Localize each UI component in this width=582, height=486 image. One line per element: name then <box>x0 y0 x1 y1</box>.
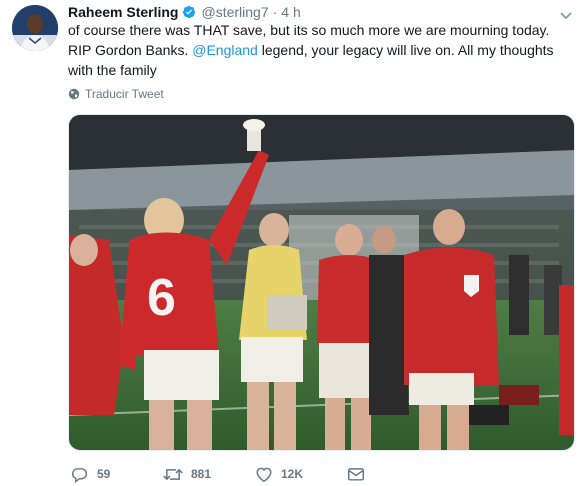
separator-dot: · <box>272 4 278 20</box>
translate-label: Traducir Tweet <box>85 87 164 101</box>
avatar[interactable] <box>12 5 58 51</box>
globe-icon <box>68 88 80 100</box>
tweet-header: Raheem Sterling @sterling7 · 4 h <box>68 3 301 21</box>
direct-message-button[interactable] <box>347 466 377 482</box>
tweet-photo[interactable]: 6 <box>68 114 575 451</box>
translate-tweet-link[interactable]: Traducir Tweet <box>68 86 164 102</box>
author-name[interactable]: Raheem Sterling <box>68 4 178 20</box>
mention-link[interactable]: @England <box>192 42 258 58</box>
retweet-count: 881 <box>191 467 212 481</box>
like-icon <box>256 467 272 482</box>
reply-button[interactable]: 59 <box>71 466 163 483</box>
reply-icon <box>71 467 88 483</box>
direct-message-icon <box>348 468 364 481</box>
verified-badge-icon <box>182 5 196 19</box>
retweet-button[interactable]: 881 <box>163 466 255 483</box>
author-handle[interactable]: @sterling7 <box>201 4 268 20</box>
reply-count: 59 <box>97 467 111 481</box>
shirt-number: 6 <box>147 269 176 327</box>
tweet-text: of course there was THAT save, but its s… <box>68 20 573 80</box>
like-button[interactable]: 12K <box>255 466 347 483</box>
caret-down-icon[interactable] <box>560 7 572 20</box>
like-count: 12K <box>281 467 304 481</box>
tweet: Raheem Sterling @sterling7 · 4 h of cour… <box>0 0 582 486</box>
tweet-timestamp[interactable]: 4 h <box>281 4 300 20</box>
tweet-actions: 59 881 12K <box>68 464 377 484</box>
retweet-icon <box>163 468 183 480</box>
